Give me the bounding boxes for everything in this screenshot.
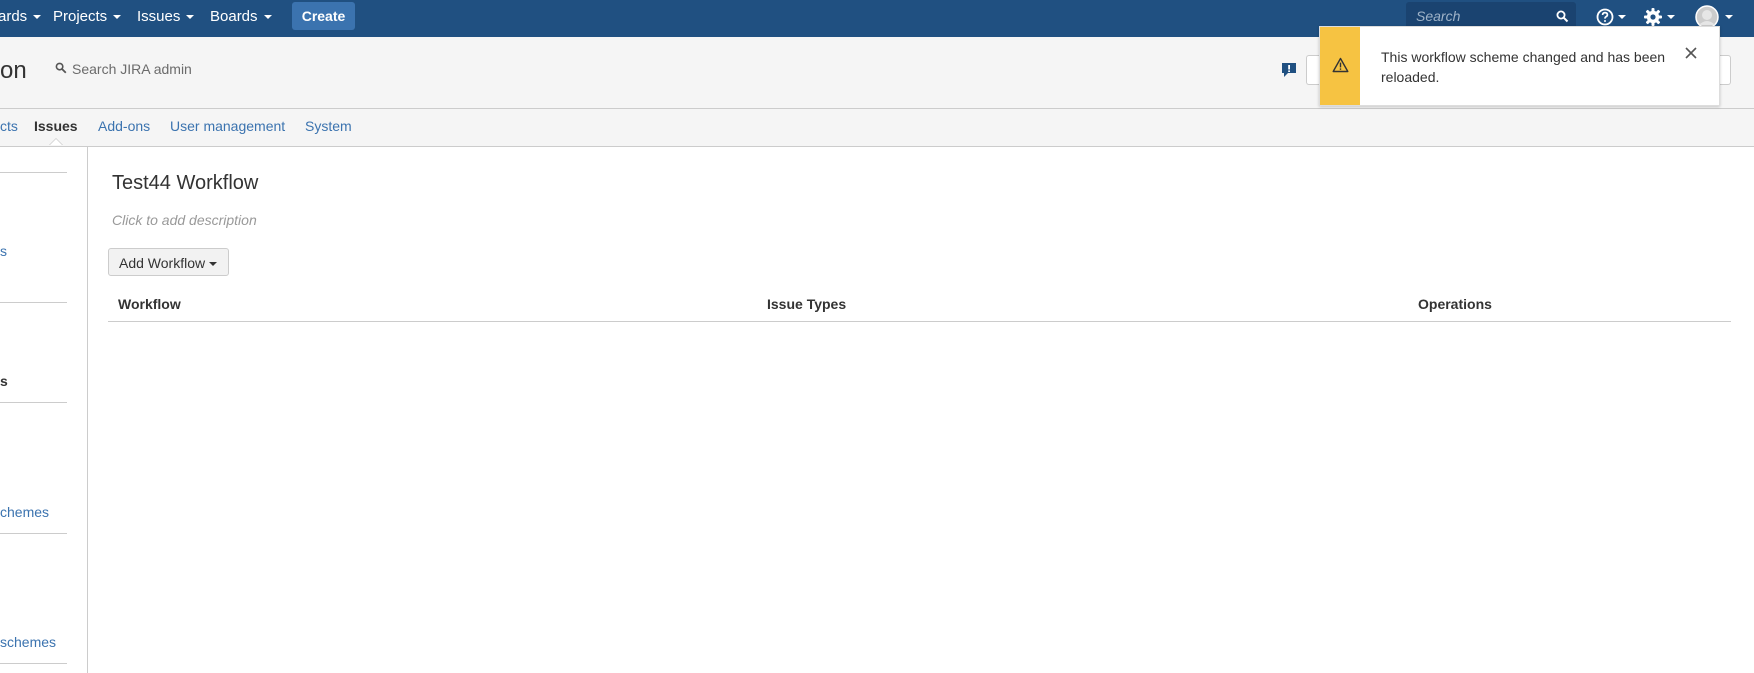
nav-projects-menu[interactable]: Projects <box>53 0 122 37</box>
tab-projects[interactable]: cts <box>0 118 18 134</box>
chevron-down-icon <box>1725 15 1733 19</box>
sidebar-divider <box>0 533 67 534</box>
nav-projects-label: Projects <box>53 8 108 25</box>
close-icon[interactable] <box>1683 45 1699 61</box>
tab-add-ons[interactable]: Add-ons <box>98 118 150 134</box>
admin-tabs: cts Issues Add-ons User management Syste… <box>0 109 1754 147</box>
chevron-down-icon <box>1667 15 1675 19</box>
sidebar-item-active[interactable]: s <box>0 373 8 389</box>
nav-dashboards-menu[interactable]: ards <box>0 0 42 37</box>
workflow-table-header: Workflow Issue Types Operations <box>108 290 1731 322</box>
flag-message: This workflow scheme changed and has bee… <box>1381 49 1666 85</box>
create-button[interactable]: Create <box>292 2 355 30</box>
page-title: Test44 Workflow <box>112 172 259 194</box>
chevron-down-icon <box>186 15 195 20</box>
admin-search-input[interactable] <box>72 59 302 79</box>
warning-flag: This workflow scheme changed and has bee… <box>1319 26 1720 106</box>
chevron-down-icon <box>263 15 272 20</box>
search-icon[interactable] <box>1556 10 1569 23</box>
tab-issues[interactable]: Issues <box>34 118 78 134</box>
tab-system[interactable]: System <box>305 118 352 134</box>
warning-icon <box>1332 57 1349 73</box>
add-description-link[interactable]: Click to add description <box>112 212 257 228</box>
chevron-down-icon <box>1618 15 1626 19</box>
sidebar-item[interactable]: schemes <box>0 634 56 650</box>
column-header-workflow: Workflow <box>118 296 181 312</box>
nav-boards-label: Boards <box>210 8 258 25</box>
add-workflow-label: Add Workflow <box>119 255 206 271</box>
column-header-operations: Operations <box>1418 296 1492 312</box>
feedback-icon[interactable] <box>1280 61 1298 79</box>
admin-sidebar: s s chemes schemes <box>0 147 88 673</box>
column-header-issue-types: Issue Types <box>767 296 847 312</box>
add-workflow-button[interactable]: Add Workflow <box>108 248 229 276</box>
sidebar-divider <box>0 302 67 303</box>
sidebar-item[interactable]: s <box>0 243 7 259</box>
active-tab-pointer-inner <box>50 139 62 145</box>
chevron-down-icon <box>33 15 42 20</box>
sidebar-divider <box>0 172 67 173</box>
nav-boards-menu[interactable]: Boards <box>210 0 272 37</box>
admin-search <box>54 59 314 79</box>
sidebar-divider <box>0 663 67 664</box>
chevron-down-icon <box>209 262 218 267</box>
sidebar-divider <box>0 402 67 403</box>
tab-user-management[interactable]: User management <box>170 118 285 134</box>
gear-icon <box>1644 8 1662 26</box>
nav-dashboards-label: ards <box>0 8 28 25</box>
flag-icon-bar <box>1320 27 1360 105</box>
sidebar-item[interactable]: chemes <box>0 504 49 520</box>
search-icon <box>55 62 67 74</box>
chevron-down-icon <box>113 15 122 20</box>
help-icon <box>1596 8 1614 26</box>
admin-page-title: on <box>0 57 27 84</box>
nav-issues-label: Issues <box>137 8 181 25</box>
nav-issues-menu[interactable]: Issues <box>137 0 195 37</box>
